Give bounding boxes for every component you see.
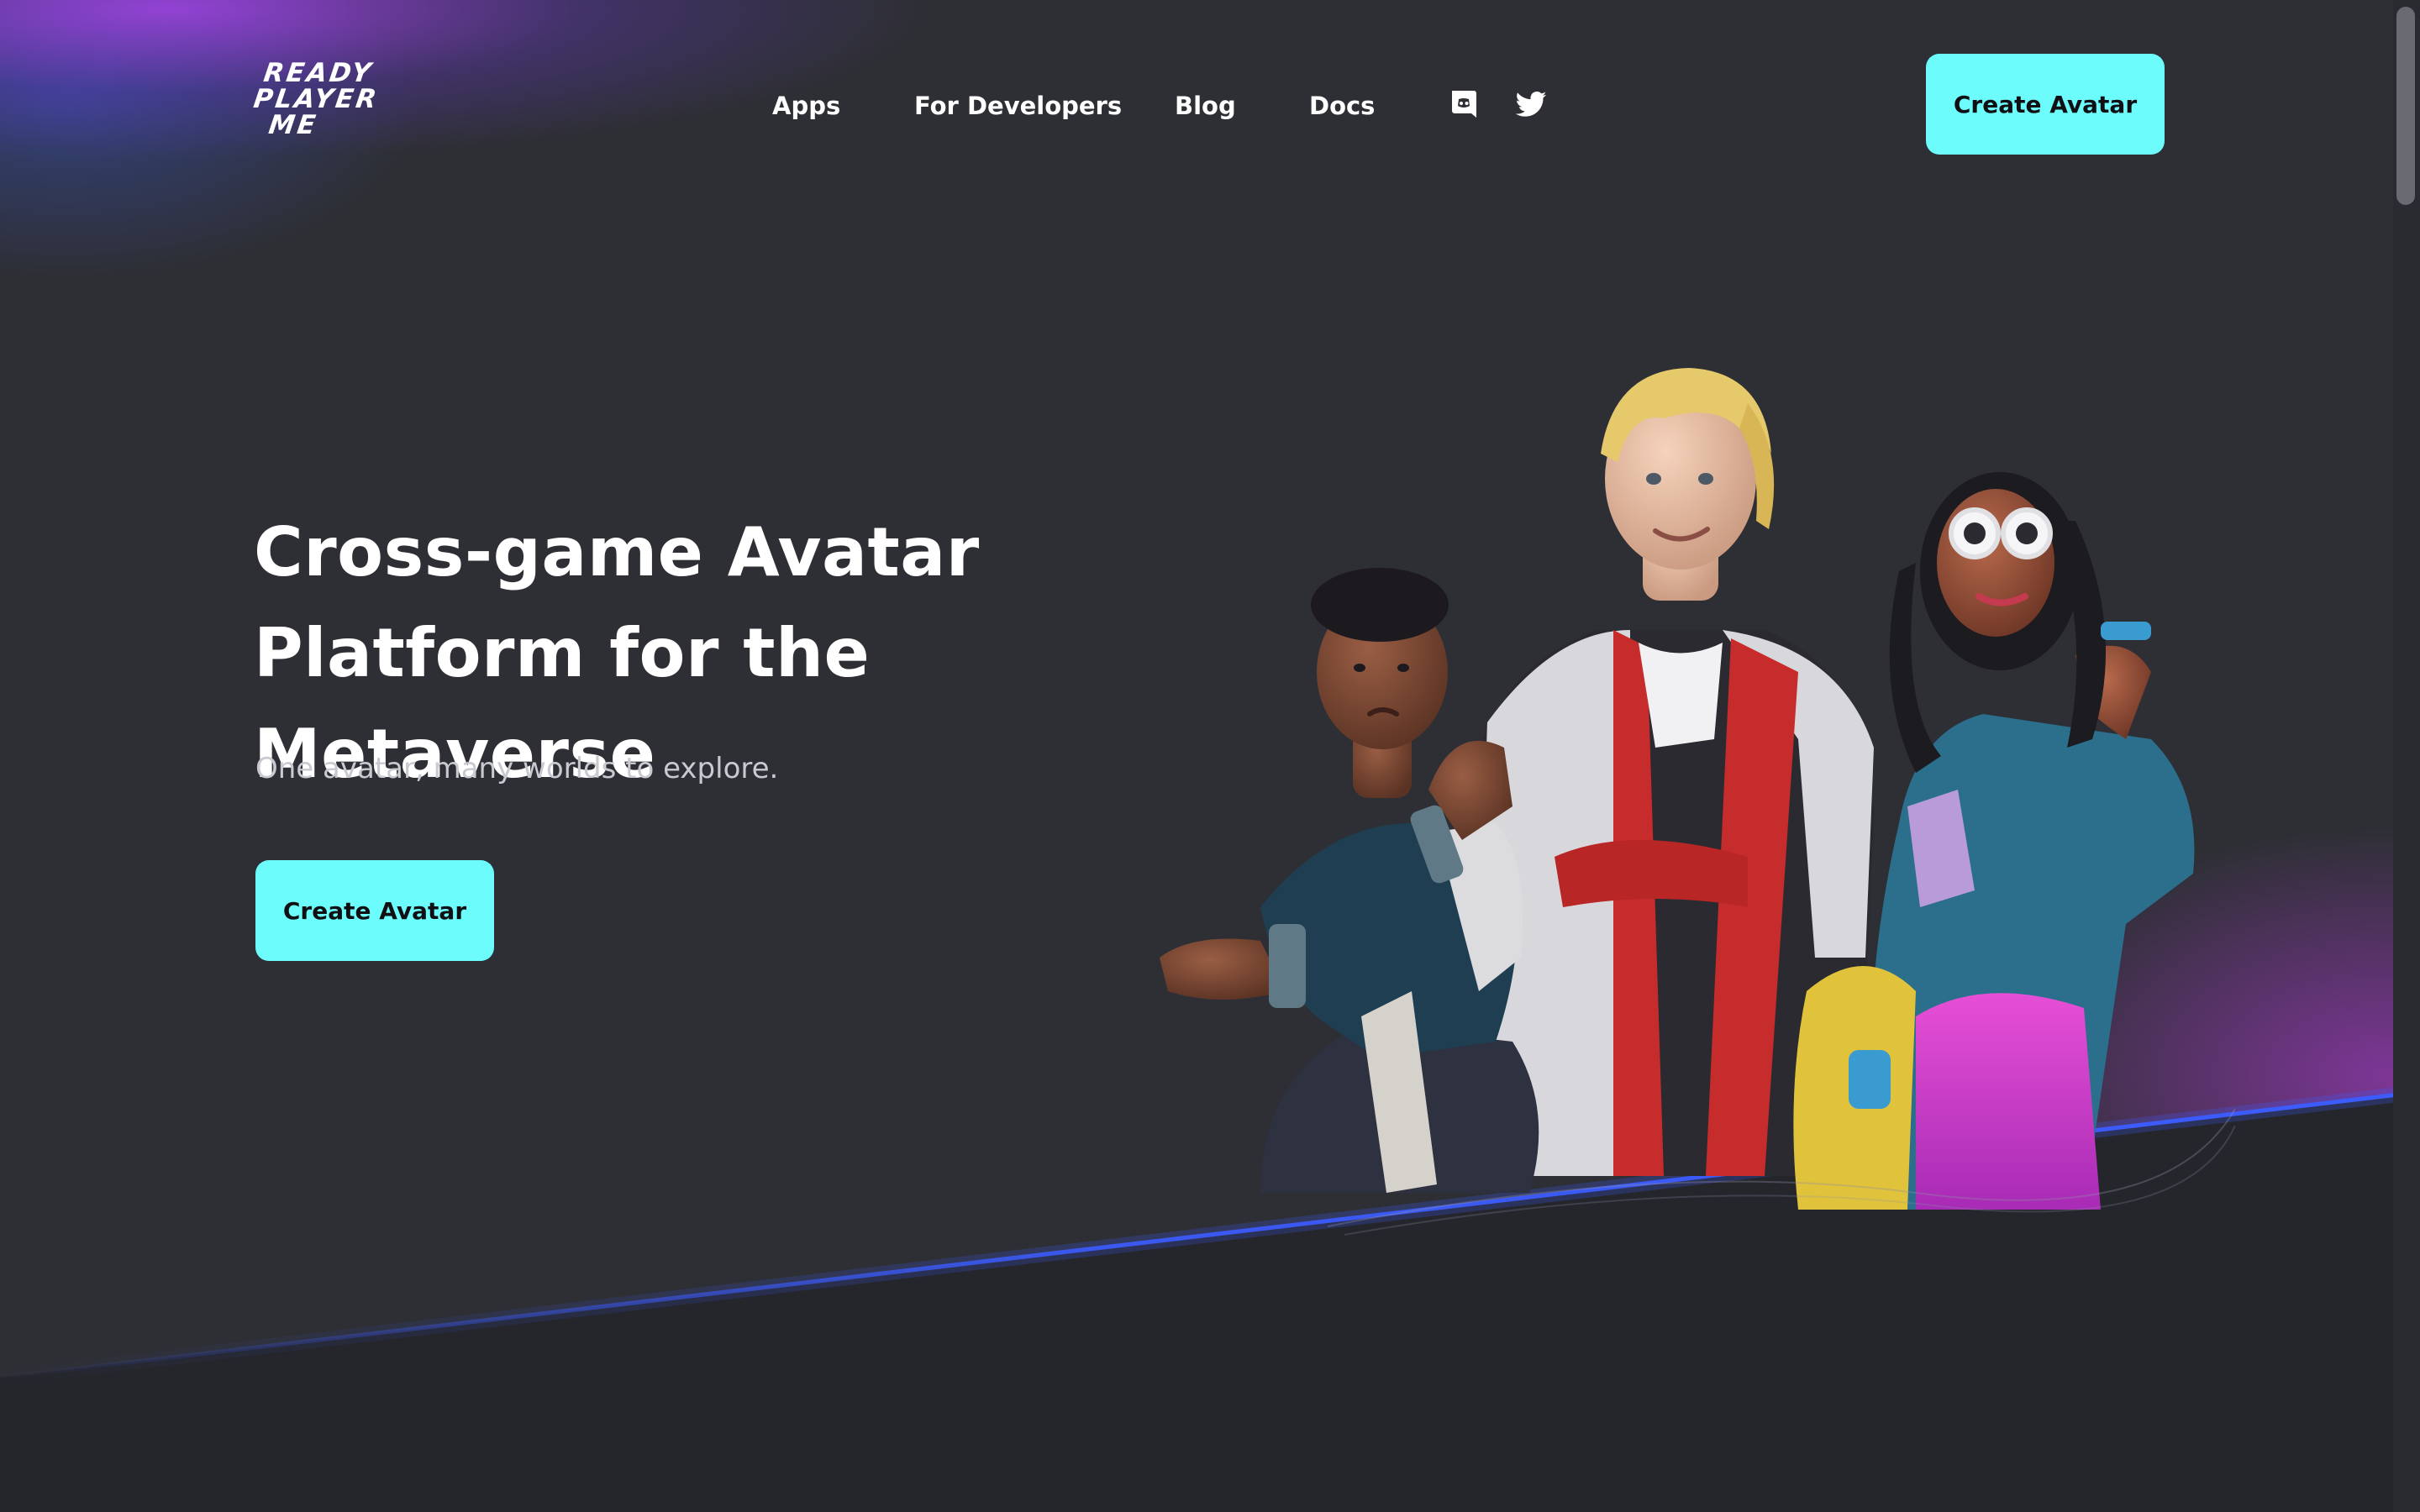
- nav-link-blog[interactable]: Blog: [1175, 87, 1236, 124]
- logo-line-3: ME: [266, 110, 320, 140]
- nav-link-apps[interactable]: Apps: [772, 87, 840, 124]
- scrollbar-thumb[interactable]: [2396, 7, 2415, 205]
- vertical-scrollbar[interactable]: [2393, 0, 2420, 1512]
- page: READY PLAYER ME Apps For Developers Blog…: [0, 0, 2420, 1512]
- nav-link-for-developers[interactable]: For Developers: [914, 87, 1122, 124]
- nav-link-docs[interactable]: Docs: [1309, 87, 1375, 124]
- character-left: [1160, 568, 1539, 1193]
- avatar-characters-illustration: [1160, 368, 2235, 1236]
- hero-create-avatar-button[interactable]: Create Avatar: [255, 860, 494, 961]
- twitter-icon[interactable]: [1514, 87, 1548, 121]
- ready-player-me-logo[interactable]: READY PLAYER ME: [251, 58, 397, 144]
- hero-subtitle: One avatar, many worlds to explore.: [255, 752, 779, 785]
- logo-line-1: READY: [261, 58, 376, 88]
- discord-icon[interactable]: [1447, 87, 1481, 121]
- hero-title-line-1: Cross-game Avatar: [254, 513, 980, 591]
- header-create-avatar-button[interactable]: Create Avatar: [1926, 54, 2165, 155]
- logo-line-2: PLAYER: [251, 84, 381, 114]
